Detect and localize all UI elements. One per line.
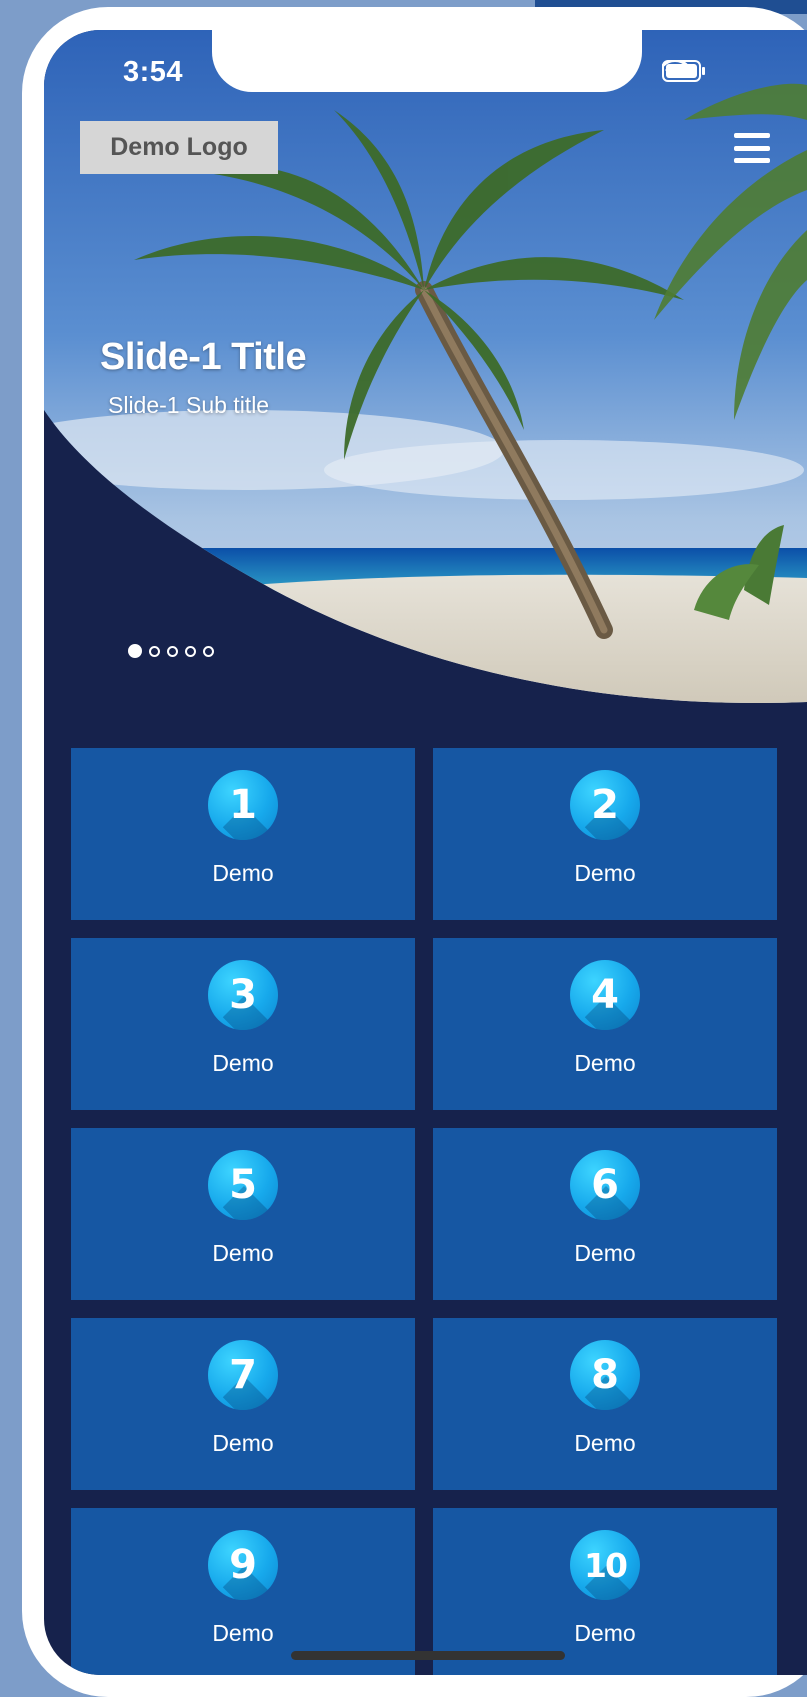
demo-tile-8[interactable]: 8 Demo bbox=[433, 1318, 777, 1490]
number-badge-icon: 2 bbox=[570, 770, 640, 840]
tile-label: Demo bbox=[574, 1620, 636, 1646]
hamburger-menu-icon[interactable] bbox=[734, 133, 770, 163]
slider-pagination bbox=[128, 644, 214, 658]
device-notch bbox=[212, 30, 642, 92]
tile-label: Demo bbox=[212, 1620, 274, 1646]
number-badge-icon: 7 bbox=[208, 1340, 278, 1410]
tile-label: Demo bbox=[574, 860, 636, 886]
tile-label: Demo bbox=[212, 1240, 274, 1266]
number-badge-icon: 5 bbox=[208, 1150, 278, 1220]
tile-label: Demo bbox=[212, 1430, 274, 1456]
slider-dot-2[interactable] bbox=[149, 645, 160, 657]
number-badge-icon: 4 bbox=[570, 960, 640, 1030]
tile-label: Demo bbox=[212, 860, 274, 886]
demo-tile-3[interactable]: 3 Demo bbox=[71, 938, 415, 1110]
app-screen: 3:54 Demo Logo Slide-1 Title Slide-1 Sub… bbox=[44, 30, 807, 1675]
demo-tile-4[interactable]: 4 Demo bbox=[433, 938, 777, 1110]
demo-tile-10[interactable]: 10 Demo bbox=[433, 1508, 777, 1675]
slider-dot-5[interactable] bbox=[203, 645, 214, 657]
slide-subtitle: Slide-1 Sub title bbox=[108, 392, 270, 418]
demo-tile-7[interactable]: 7 Demo bbox=[71, 1318, 415, 1490]
hero-slider[interactable]: 3:54 Demo Logo Slide-1 Title Slide-1 Sub… bbox=[44, 30, 807, 710]
number-badge-icon: 10 bbox=[570, 1530, 640, 1600]
slider-dot-1[interactable] bbox=[128, 644, 142, 658]
app-logo[interactable]: Demo Logo bbox=[80, 121, 278, 174]
demo-tile-1[interactable]: 1 Demo bbox=[71, 748, 415, 920]
slider-dot-4[interactable] bbox=[185, 645, 196, 657]
demo-tile-grid: 1 Demo 2 Demo 3 Demo 4 Demo 5 Demo 6 Dem… bbox=[71, 748, 777, 1675]
number-badge-icon: 6 bbox=[570, 1150, 640, 1220]
home-indicator[interactable] bbox=[291, 1651, 565, 1660]
slide-title: Slide-1 Title bbox=[100, 336, 307, 378]
number-badge-icon: 3 bbox=[208, 960, 278, 1030]
tile-label: Demo bbox=[212, 1050, 274, 1076]
tile-label: Demo bbox=[574, 1050, 636, 1076]
demo-tile-6[interactable]: 6 Demo bbox=[433, 1128, 777, 1300]
tile-label: Demo bbox=[574, 1240, 636, 1266]
slider-dot-3[interactable] bbox=[167, 645, 178, 657]
status-time: 3:54 bbox=[123, 56, 184, 88]
number-badge-icon: 9 bbox=[208, 1530, 278, 1600]
demo-tile-9[interactable]: 9 Demo bbox=[71, 1508, 415, 1675]
demo-tile-2[interactable]: 2 Demo bbox=[433, 748, 777, 920]
demo-tile-5[interactable]: 5 Demo bbox=[71, 1128, 415, 1300]
number-badge-icon: 8 bbox=[570, 1340, 640, 1410]
number-badge-icon: 1 bbox=[208, 770, 278, 840]
battery-icon bbox=[662, 60, 705, 82]
tile-label: Demo bbox=[574, 1430, 636, 1456]
